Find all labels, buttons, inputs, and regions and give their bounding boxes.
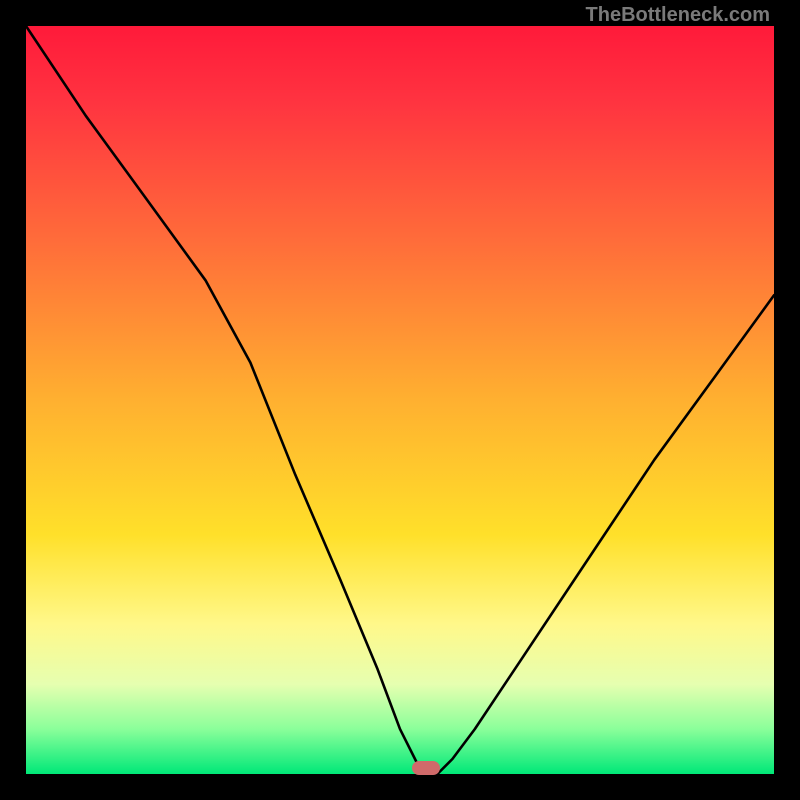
bottleneck-curve [26, 26, 774, 774]
attribution-text: TheBottleneck.com [586, 4, 770, 27]
chart-stage: TheBottleneck.com [0, 0, 800, 800]
optimal-point-marker [412, 761, 440, 775]
plot-area [26, 26, 774, 774]
curve-path [26, 26, 774, 774]
